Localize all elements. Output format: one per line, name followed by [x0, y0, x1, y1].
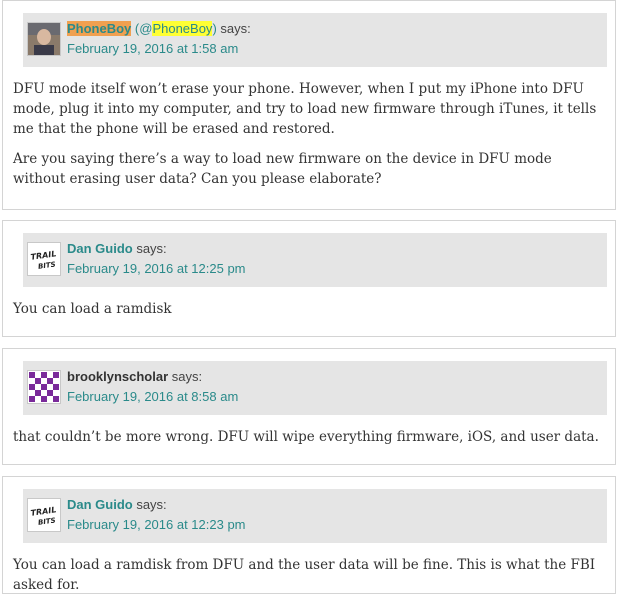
says-label: says:	[168, 369, 203, 384]
comment-card: TRAIL BITS Dan Guido says: February 19, …	[2, 220, 616, 337]
comment-date-link[interactable]: February 19, 2016 at 8:58 am	[67, 389, 238, 405]
comment-card: TRAIL BITS Dan Guido says: February 19, …	[2, 476, 616, 594]
comment-paragraph: DFU mode itself won’t erase your phone. …	[13, 81, 597, 137]
person-photo-icon	[28, 23, 60, 55]
comment-paragraph: that couldn’t be more wrong. DFU will wi…	[13, 429, 599, 445]
comment-meta: PhoneBoy (@PhoneBoy) says: February 19, …	[23, 13, 607, 67]
author-link[interactable]: PhoneBoy	[67, 21, 132, 36]
avatar[interactable]	[27, 22, 61, 56]
author-link[interactable]: Dan Guido	[67, 241, 133, 256]
comment-body: DFU mode itself won’t erase your phone. …	[13, 79, 608, 189]
avatar[interactable]	[27, 370, 61, 404]
author-link[interactable]: Dan Guido	[67, 497, 133, 512]
says-label: says:	[132, 497, 167, 512]
comment-meta: TRAIL BITS Dan Guido says: February 19, …	[23, 233, 607, 287]
twitter-handle-link[interactable]: PhoneBoy	[152, 21, 213, 36]
comment-body: You can load a ramdisk	[13, 299, 608, 319]
says-label: says:	[216, 21, 251, 36]
author-line: Dan Guido says:	[67, 497, 167, 513]
author-line: PhoneBoy (@PhoneBoy) says:	[67, 21, 251, 37]
trail-of-bits-logo-icon: TRAIL BITS	[28, 243, 60, 275]
handle-prefix: (@	[131, 21, 153, 36]
comment-paragraph: You can load a ramdisk	[13, 301, 172, 317]
comment-body: that couldn’t be more wrong. DFU will wi…	[13, 427, 608, 447]
comment-paragraph: Are you saying there’s a way to load new…	[13, 151, 552, 187]
trail-of-bits-logo-icon: TRAIL BITS	[28, 499, 60, 531]
says-label: says:	[132, 241, 167, 256]
comment-date-link[interactable]: February 19, 2016 at 1:58 am	[67, 41, 238, 57]
comment-date-link[interactable]: February 19, 2016 at 12:25 pm	[67, 261, 246, 277]
comment-card: PhoneBoy (@PhoneBoy) says: February 19, …	[2, 0, 616, 210]
comment-body: You can load a ramdisk from DFU and the …	[13, 555, 608, 595]
avatar[interactable]: TRAIL BITS	[27, 242, 61, 276]
comment-card: brooklynscholar says: February 19, 2016 …	[2, 348, 616, 465]
comment-date-link[interactable]: February 19, 2016 at 12:23 pm	[67, 517, 246, 533]
comment-paragraph: You can load a ramdisk from DFU and the …	[13, 557, 596, 593]
author-line: Dan Guido says:	[67, 241, 167, 257]
author-name: brooklynscholar	[67, 369, 169, 384]
identicon-icon	[28, 371, 60, 403]
comment-meta: TRAIL BITS Dan Guido says: February 19, …	[23, 489, 607, 543]
avatar[interactable]: TRAIL BITS	[27, 498, 61, 532]
comment-meta: brooklynscholar says: February 19, 2016 …	[23, 361, 607, 415]
author-line: brooklynscholar says:	[67, 369, 202, 385]
